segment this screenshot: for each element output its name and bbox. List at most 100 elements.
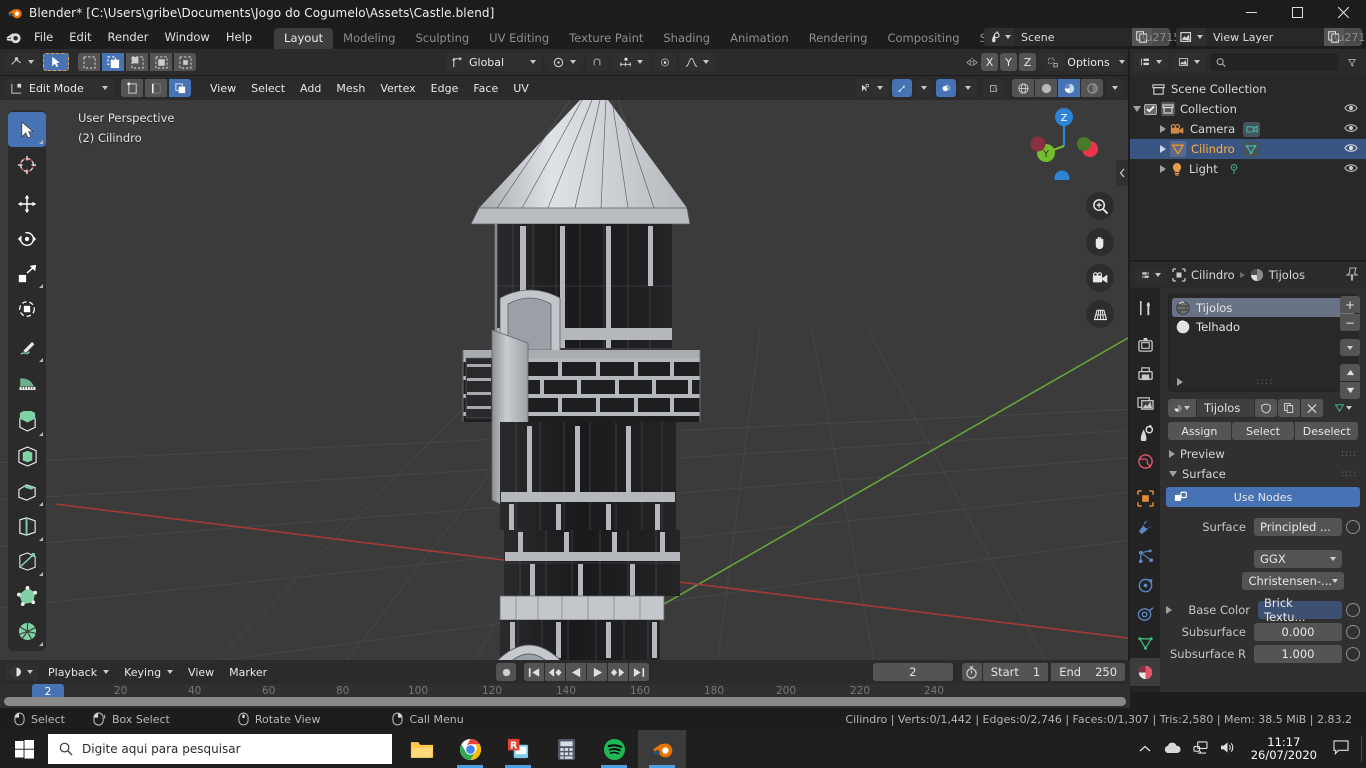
tool-cursor[interactable] [8, 147, 46, 182]
base-color-animate-dot[interactable] [1346, 602, 1360, 617]
pivot-point-dropdown[interactable] [545, 53, 583, 71]
menu-file[interactable]: File [26, 27, 61, 47]
tab-particles[interactable] [1130, 542, 1160, 570]
editor-type-selector[interactable] [4, 53, 40, 71]
solid-shading-button[interactable] [1035, 79, 1057, 97]
browse-material-button[interactable] [1168, 399, 1196, 417]
surface-shader-field[interactable]: Principled ... [1254, 517, 1342, 536]
outliner-row-light[interactable]: Light [1130, 159, 1366, 179]
pan-hand-icon[interactable] [1086, 228, 1114, 256]
scene-name-field[interactable]: Scene [1014, 28, 1132, 46]
previous-keyframe-button[interactable] [545, 663, 566, 681]
jump-to-end-button[interactable] [629, 663, 650, 681]
viewport-menu-vertex[interactable]: Vertex [374, 79, 421, 97]
frame-start-field[interactable]: Start 1 [982, 663, 1049, 681]
tab-modifiers[interactable] [1130, 513, 1160, 541]
tab-physics[interactable] [1130, 571, 1160, 599]
tool-poly-build[interactable] [8, 579, 46, 614]
zoom-icon[interactable] [1086, 192, 1114, 220]
volume-icon[interactable] [1220, 741, 1235, 757]
tab-tool[interactable] [1130, 294, 1160, 322]
material-properties-panel[interactable]: Tijolos Telhado :::: + − Tijolos Assign … [1160, 288, 1366, 692]
mirror-y-toggle[interactable]: Y [1000, 53, 1017, 71]
surface-panel-header[interactable]: Surface :::: [1160, 464, 1366, 484]
tab-material[interactable] [1130, 658, 1160, 686]
move-slot-up-button[interactable] [1340, 364, 1360, 381]
timeline-menu-keying[interactable]: Keying [118, 663, 179, 681]
assign-button[interactable]: Assign [1168, 422, 1231, 440]
taskbar-clock[interactable]: 11:17 26/07/2020 [1247, 736, 1321, 762]
timeline-horizontal-scrollbar[interactable] [4, 697, 1126, 706]
taskbar-search-box[interactable]: Digite aqui para pesquisar [48, 734, 392, 764]
distribution-dropdown[interactable]: GGX [1254, 549, 1342, 568]
taskbar-app-spotify[interactable] [590, 730, 638, 768]
network-icon[interactable] [1193, 741, 1208, 757]
tool-rotate[interactable] [8, 221, 46, 256]
workspace-tab-texture-paint[interactable]: Texture Paint [559, 28, 653, 49]
menu-edit[interactable]: Edit [61, 27, 99, 47]
viewport-menu-face[interactable]: Face [467, 79, 504, 97]
select-set-button[interactable] [78, 53, 100, 71]
tool-knife[interactable] [8, 544, 46, 579]
subsurface-radius-field[interactable]: 1.000 [1254, 644, 1342, 663]
camera-data-icon[interactable] [1243, 121, 1261, 137]
workspace-tab-rendering[interactable]: Rendering [799, 28, 878, 49]
subsurface-value-field[interactable]: 0.000 [1254, 622, 1342, 641]
fake-user-shield-button[interactable] [1255, 399, 1277, 417]
tool-measure[interactable] [8, 365, 46, 400]
material-node-tree-button[interactable] [1328, 399, 1358, 417]
outliner-search-input[interactable] [1210, 53, 1338, 71]
slot-specials-triangle[interactable] [1177, 378, 1183, 386]
edge-select-mode-button[interactable] [145, 79, 167, 97]
breadcrumb-object-name[interactable]: Cilindro [1191, 268, 1235, 282]
scene-icon[interactable] [984, 28, 1014, 46]
proportional-falloff-dropdown[interactable] [679, 53, 715, 71]
workspace-tab-sculpting[interactable]: Sculpting [405, 28, 479, 49]
tool-transform[interactable] [8, 291, 46, 326]
timeline-menu-view[interactable]: View [182, 663, 220, 681]
mesh-data-icon[interactable] [1242, 141, 1260, 157]
light-visibility-eye-icon[interactable] [1344, 162, 1358, 177]
viewport-menu-view[interactable]: View [204, 79, 242, 97]
collection-disclosure-triangle[interactable] [1130, 106, 1144, 112]
proportional-editing-toggle[interactable] [654, 53, 676, 71]
interaction-mode-dropdown[interactable]: Edit Mode [4, 79, 114, 97]
taskbar-app-blender[interactable] [638, 730, 686, 768]
workspace-tab-shading[interactable]: Shading [653, 28, 720, 49]
surface-animate-dot[interactable] [1346, 519, 1360, 534]
tool-tweak[interactable] [8, 112, 46, 147]
taskbar-app-chrome[interactable] [446, 730, 494, 768]
tab-object[interactable] [1130, 484, 1160, 512]
minimize-button[interactable] [1228, 0, 1274, 25]
pin-id-icon[interactable] [1345, 266, 1361, 284]
shading-options-dropdown[interactable] [1106, 79, 1124, 97]
view-layer-icon[interactable] [1176, 28, 1206, 46]
tab-world[interactable] [1130, 447, 1160, 475]
camera-disclosure-triangle[interactable] [1160, 125, 1166, 133]
snap-magnet-toggle[interactable] [586, 53, 608, 71]
maximize-button[interactable] [1274, 0, 1320, 25]
vertex-select-mode-button[interactable] [121, 79, 143, 97]
outliner-tree[interactable]: Scene Collection Collection Camera Cilin… [1130, 75, 1366, 260]
view-layer-name-field[interactable]: View Layer [1206, 28, 1324, 46]
material-slot-list[interactable]: Tijolos Telhado :::: [1168, 294, 1358, 392]
tool-inset-faces[interactable] [8, 439, 46, 474]
subsurface-animate-dot[interactable] [1346, 624, 1360, 639]
workspace-tab-layout[interactable]: Layout [274, 28, 334, 49]
base-color-expand-triangle[interactable] [1166, 605, 1178, 614]
tray-expand-icon[interactable] [1139, 743, 1151, 756]
workspace-tab-uv-editing[interactable]: UV Editing [479, 28, 559, 49]
tab-constraints[interactable] [1130, 600, 1160, 628]
rendered-shading-button[interactable] [1081, 79, 1103, 97]
menu-render[interactable]: Render [100, 27, 157, 47]
tweak-tool-button[interactable] [43, 53, 69, 71]
taskbar-app-calculator[interactable] [542, 730, 590, 768]
castle-tower-mesh[interactable] [0, 100, 1128, 660]
scene-unlink-button[interactable]: \u2715 [1142, 28, 1180, 46]
current-frame-field[interactable]: 2 [872, 663, 953, 681]
preview-panel-header[interactable]: Preview :::: [1160, 444, 1366, 464]
jump-to-start-button[interactable] [524, 663, 545, 681]
select-button[interactable]: Select [1231, 422, 1295, 440]
move-slot-down-button[interactable] [1340, 382, 1360, 399]
transform-orientation-dropdown[interactable]: Global [446, 53, 542, 71]
